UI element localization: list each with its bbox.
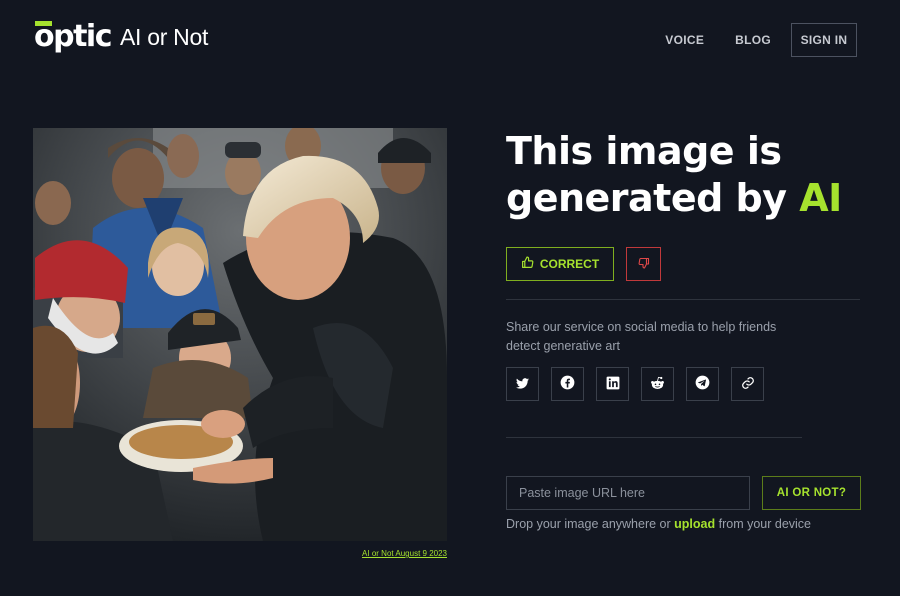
logo-accent-bar bbox=[35, 21, 52, 26]
share-text: Share our service on social media to hel… bbox=[506, 320, 777, 353]
top-nav: VOICE BLOG SIGN IN bbox=[665, 23, 857, 57]
correct-button[interactable]: CORRECT bbox=[506, 247, 614, 281]
twitter-share-button[interactable] bbox=[506, 367, 539, 401]
linkedin-icon bbox=[606, 376, 620, 393]
ai-or-not-button[interactable]: AI OR NOT? bbox=[762, 476, 861, 510]
drop-prefix: Drop your image anywhere or bbox=[506, 517, 671, 531]
nav-voice-link[interactable]: VOICE bbox=[665, 33, 704, 47]
correct-label: CORRECT bbox=[539, 257, 600, 271]
drop-instructions: Drop your image anywhere or upload from … bbox=[506, 517, 811, 531]
linkedin-share-button[interactable] bbox=[596, 367, 629, 401]
analyzed-image bbox=[33, 128, 447, 541]
divider bbox=[506, 437, 802, 438]
reddit-icon bbox=[650, 376, 665, 393]
result-headline: This image is generated by AI bbox=[506, 128, 886, 222]
copy-link-button[interactable] bbox=[731, 367, 764, 401]
sign-in-button[interactable]: SIGN IN bbox=[791, 23, 857, 57]
image-caption-link[interactable]: AI or Not August 9 2023 bbox=[362, 549, 447, 558]
telegram-icon bbox=[695, 375, 710, 393]
thumbs-down-icon bbox=[638, 257, 650, 272]
reddit-share-button[interactable] bbox=[641, 367, 674, 401]
upload-link[interactable]: upload bbox=[674, 517, 715, 531]
headline-highlight: AI bbox=[799, 176, 842, 220]
logo-wordmark: optic bbox=[34, 21, 113, 52]
link-icon bbox=[741, 376, 755, 393]
thumbs-up-icon bbox=[521, 256, 534, 272]
drop-suffix: from your device bbox=[718, 517, 812, 531]
analyzed-image-illustration bbox=[33, 128, 447, 541]
social-share-row bbox=[506, 367, 764, 401]
image-url-input[interactable] bbox=[506, 476, 750, 510]
product-name: AI or Not bbox=[120, 24, 209, 50]
facebook-icon bbox=[560, 375, 575, 393]
telegram-share-button[interactable] bbox=[686, 367, 719, 401]
facebook-share-button[interactable] bbox=[551, 367, 584, 401]
divider bbox=[506, 299, 860, 300]
headline-prefix: This image is generated by bbox=[506, 129, 787, 220]
logo[interactable]: optic AI or Not bbox=[34, 21, 209, 52]
twitter-icon bbox=[516, 377, 529, 392]
nav-blog-link[interactable]: BLOG bbox=[735, 33, 771, 47]
incorrect-button[interactable] bbox=[626, 247, 661, 281]
